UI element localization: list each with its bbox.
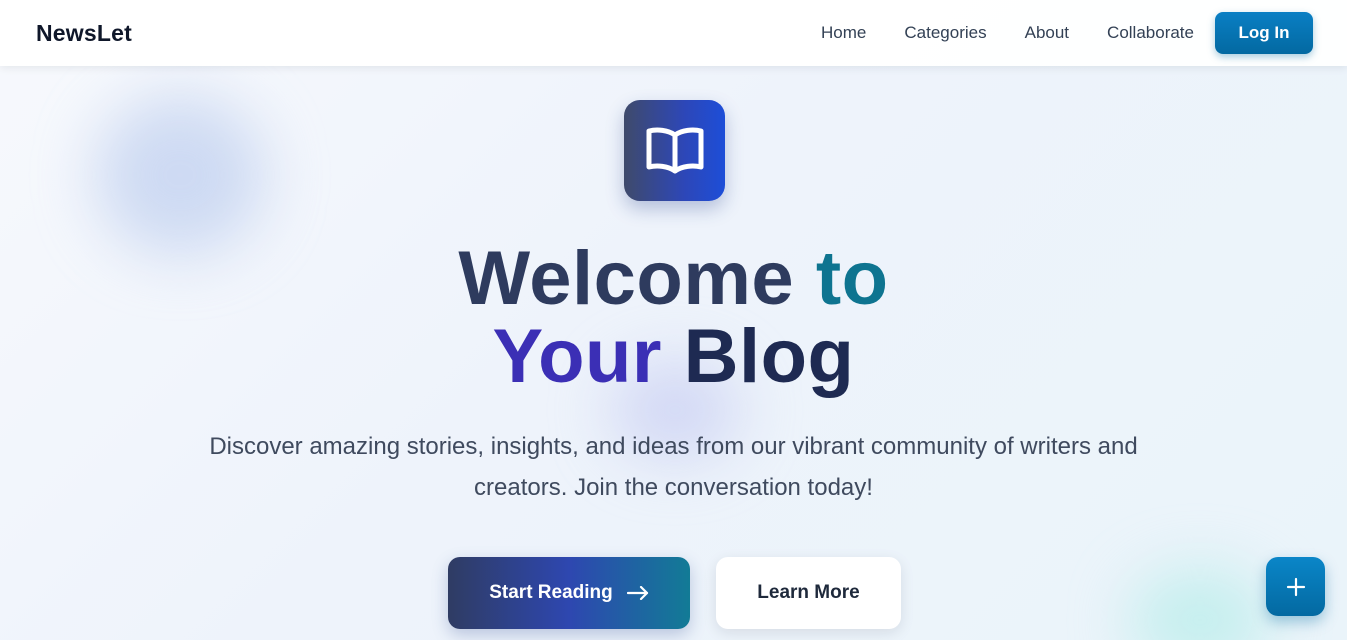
top-navbar: NewsLet Home Categories About Collaborat… [0,0,1347,66]
nav-link-collaborate[interactable]: Collaborate [1107,23,1194,43]
brand-logo[interactable]: NewsLet [36,20,132,47]
nav-link-categories[interactable]: Categories [904,23,986,43]
background-blob [95,95,265,255]
login-button[interactable]: Log In [1215,12,1313,54]
floating-add-button[interactable] [1266,557,1325,616]
nav-link-about[interactable]: About [1025,23,1069,43]
learn-more-button[interactable]: Learn More [716,557,901,629]
start-reading-button[interactable]: Start Reading [448,557,690,629]
hero-title-word: to [815,236,889,321]
hero-title-word: Your [492,314,662,399]
hero-title: Welcome to Your Blog [0,240,1347,396]
background-blob [1130,570,1270,640]
open-book-icon [646,127,703,173]
plus-icon [1286,577,1305,596]
start-reading-label: Start Reading [489,582,613,603]
arrow-right-icon [626,586,649,600]
hero-subtitle: Discover amazing stories, insights, and … [209,433,1138,501]
hero-icon-tile [624,100,725,201]
main-nav: Home Categories About Collaborate Log In [783,12,1313,54]
nav-link-home[interactable]: Home [821,23,866,43]
hero-title-word: Welcome [458,236,795,321]
hero-title-word: Blog [683,314,855,399]
